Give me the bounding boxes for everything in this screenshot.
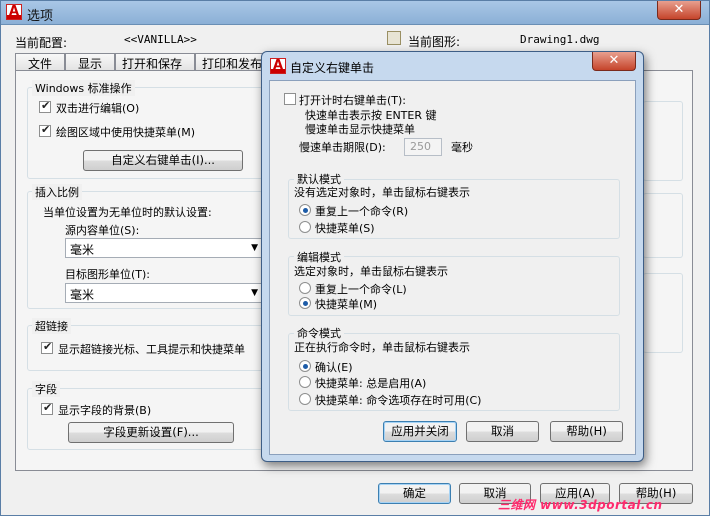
current-config-label: 当前配置:: [15, 36, 68, 50]
dropdown-arrow-icon: ▼: [251, 243, 258, 253]
close-icon: ✕: [608, 53, 620, 68]
default-repeat-radio[interactable]: [299, 204, 311, 216]
duration-unit: 毫秒: [451, 141, 473, 154]
command-shortcut-always-radio[interactable]: [299, 376, 311, 388]
default-shortcut-label: 快捷菜单(S): [315, 222, 375, 235]
slow-click-duration-input[interactable]: 250: [404, 138, 442, 156]
field-background-checkbox[interactable]: [41, 401, 53, 415]
tab-open-save[interactable]: 打开和保存: [115, 53, 195, 71]
dialog-help-button[interactable]: 帮助(H): [550, 421, 623, 442]
dialog-close-button[interactable]: ✕: [592, 52, 636, 71]
windows-group-title: Windows 标准操作: [32, 80, 135, 96]
command-enter-label: 确认(E): [315, 361, 353, 374]
ok-button[interactable]: 确定: [378, 483, 451, 504]
edit-repeat-radio[interactable]: [299, 282, 311, 294]
current-config-value: <<VANILLA>>: [124, 33, 197, 46]
edit-repeat-label: 重复上一个命令(L): [315, 283, 407, 296]
apply-close-button[interactable]: 应用并关闭: [383, 421, 457, 442]
timed-right-click-label: 打开计时右键单击(T):: [299, 94, 407, 107]
current-drawing-value: Drawing1.dwg: [520, 33, 600, 46]
source-units-value: 毫米: [70, 243, 95, 257]
dropdown-arrow-icon: ▼: [251, 288, 258, 298]
timed-right-click-checkbox[interactable]: [284, 93, 296, 105]
default-repeat-label: 重复上一个命令(R): [315, 205, 409, 218]
command-shortcut-options-radio[interactable]: [299, 393, 311, 405]
field-title: 字段: [32, 381, 60, 397]
edit-shortcut-label: 快捷菜单(M): [315, 298, 378, 311]
source-units-label: 源内容单位(S):: [65, 224, 140, 237]
shortcut-menu-label: 绘图区域中使用快捷菜单(M): [56, 126, 196, 139]
options-title-bar[interactable]: A 选项 ✕: [1, 1, 709, 25]
right-group-fragment: [643, 101, 683, 181]
tab-display[interactable]: 显示: [65, 53, 115, 71]
edit-mode-desc: 选定对象时，单击鼠标右键表示: [294, 265, 448, 278]
insert-scale-desc: 当单位设置为无单位时的默认设置:: [43, 206, 212, 219]
close-window-button[interactable]: ✕: [657, 1, 701, 20]
autocad-app-icon: A: [6, 4, 22, 20]
right-group-fragment: [643, 273, 683, 353]
slow-click-desc: 慢速单击显示快捷菜单: [305, 123, 415, 136]
drawing-file-icon: [387, 31, 401, 45]
window-title: 选项: [27, 9, 54, 24]
hyperlink-title: 超链接: [32, 318, 71, 334]
double-click-edit-checkbox[interactable]: [39, 99, 51, 113]
autocad-app-icon: A: [270, 58, 286, 74]
hyperlink-cursor-label: 显示超链接光标、工具提示和快捷菜单: [58, 343, 245, 356]
double-click-edit-label: 双击进行编辑(O): [56, 102, 140, 115]
target-units-select[interactable]: 毫米 ▼: [65, 283, 263, 303]
shortcut-menu-checkbox[interactable]: [39, 123, 51, 137]
current-drawing-label: 当前图形:: [408, 35, 461, 49]
field-background-label: 显示字段的背景(B): [58, 404, 152, 417]
tab-files[interactable]: 文件: [15, 53, 65, 71]
command-shortcut-always-label: 快捷菜单: 总是启用(A): [315, 377, 427, 390]
target-units-label: 目标图形单位(T):: [65, 268, 151, 281]
hyperlink-cursor-checkbox[interactable]: [41, 340, 53, 354]
edit-shortcut-radio[interactable]: [299, 297, 311, 309]
right-group-fragment: [643, 193, 683, 258]
dialog-body: 打开计时右键单击(T): 快速单击表示按 ENTER 键 慢速单击显示快捷菜单 …: [269, 80, 636, 455]
default-mode-desc: 没有选定对象时，单击鼠标右键表示: [294, 186, 470, 199]
command-mode-desc: 正在执行命令时，单击鼠标右键表示: [294, 341, 470, 354]
field-update-settings-button[interactable]: 字段更新设置(F)...: [68, 422, 234, 443]
dialog-title: 自定义右键单击: [290, 61, 375, 75]
custom-right-click-button[interactable]: 自定义右键单击(I)...: [83, 150, 243, 171]
dialog-cancel-button[interactable]: 取消: [466, 421, 539, 442]
command-enter-radio[interactable]: [299, 360, 311, 372]
source-units-select[interactable]: 毫米 ▼: [65, 238, 263, 258]
close-icon: ✕: [673, 2, 685, 17]
tab-plot-publish[interactable]: 打印和发布: [195, 53, 266, 71]
command-shortcut-options-label: 快捷菜单: 命令选项存在时可用(C): [315, 394, 482, 407]
custom-right-click-dialog: A 自定义右键单击 ✕ 打开计时右键单击(T): 快速单击表示按 ENTER 键…: [261, 51, 644, 462]
target-units-value: 毫米: [70, 288, 95, 302]
watermark-text: 三维网 www.3dportal.cn: [498, 498, 663, 512]
slow-click-duration-label: 慢速单击期限(D):: [299, 141, 386, 154]
insert-scale-title: 插入比例: [32, 184, 82, 200]
default-shortcut-radio[interactable]: [299, 221, 311, 233]
